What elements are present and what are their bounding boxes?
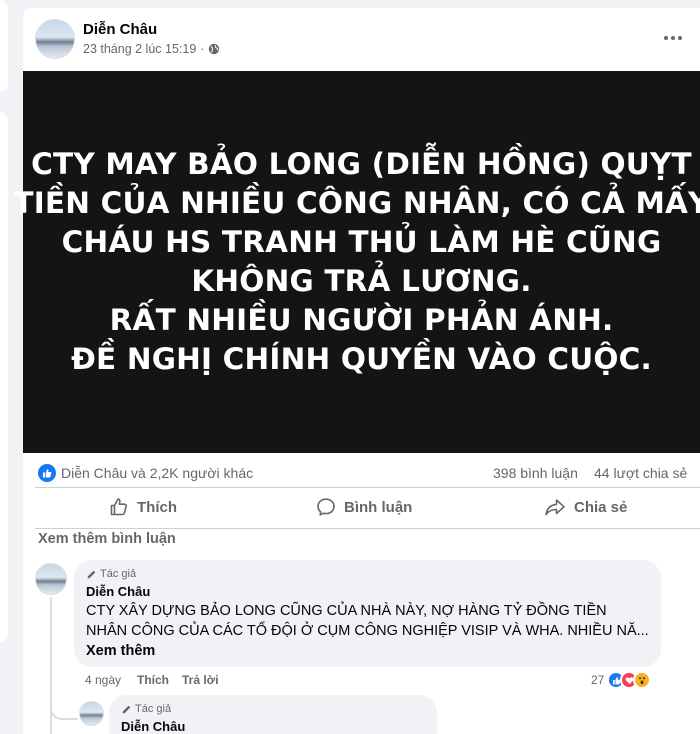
image-text-line: TIỀN CỦA NHIỀU CÔNG NHÂN, CÓ CẢ MẤY <box>13 186 700 220</box>
thumbs-up-icon <box>110 498 127 516</box>
comment-button[interactable]: Bình luận <box>316 490 412 524</box>
like-button[interactable]: Thích <box>109 490 177 524</box>
pencil-icon <box>87 570 96 578</box>
author-avatar[interactable] <box>35 19 75 59</box>
comment-reaction-count[interactable]: 27 <box>591 673 604 687</box>
comment-bubble-icon <box>317 498 335 516</box>
comments-count[interactable]: 398 bình luận <box>493 465 578 481</box>
post-image[interactable]: CTY MAY BẢO LONG (DIỄN HỒNG) QUỴT TIỀN C… <box>13 71 700 453</box>
comment-footer: 4 ngày Thích Trả lời 27 <box>23 671 700 691</box>
image-text-line: CHÁU HS TRANH THỦ LÀM HÈ CŨNG <box>61 225 662 259</box>
image-text-line: CTY MAY BẢO LONG (DIỄN HỒNG) QUỴT <box>31 147 692 181</box>
share-button-label: Chia sẻ <box>574 498 628 516</box>
comment-text: CTY XÂY DỰNG BẢO LONG CŨNG CỦA NHÀ NÀY, … <box>86 601 651 661</box>
comment-reply-link[interactable]: Trả lời <box>182 673 219 687</box>
post-image-text: CTY MAY BẢO LONG (DIỄN HỒNG) QUỴT TIỀN C… <box>13 145 700 379</box>
share-arrow-icon <box>545 499 565 516</box>
comment-like-link[interactable]: Thích <box>137 673 169 687</box>
more-dot-icon <box>671 36 675 40</box>
post-author-name[interactable]: Diễn Châu <box>83 21 157 38</box>
reply-bubble: Tác giả Diễn Châu <box>109 695 437 734</box>
post-card: Diễn Châu 23 tháng 2 lúc 15:19 · CTY MAY… <box>13 8 700 734</box>
commenter-avatar[interactable] <box>35 563 67 595</box>
post-header: Diễn Châu 23 tháng 2 lúc 15:19 · <box>23 8 700 70</box>
more-dot-icon <box>678 36 682 40</box>
left-panel-card <box>0 0 8 92</box>
author-badge: Tác giả <box>86 568 136 580</box>
more-options-button[interactable] <box>655 24 691 52</box>
wow-reaction-icon <box>633 671 651 689</box>
globe-icon <box>209 43 220 55</box>
author-badge-label: Tác giả <box>100 568 137 580</box>
author-badge: Tác giả <box>121 703 171 715</box>
divider <box>35 528 700 529</box>
left-panel-card <box>0 112 8 642</box>
reply-author-name[interactable]: Diễn Châu <box>121 719 185 734</box>
post-meta: 23 tháng 2 lúc 15:19 · <box>83 42 220 56</box>
comment-author-name[interactable]: Diễn Châu <box>86 584 150 599</box>
see-more-comments-link[interactable]: Xem thêm bình luận <box>38 531 176 547</box>
more-dot-icon <box>664 36 668 40</box>
like-reaction-icon[interactable] <box>38 464 56 482</box>
reactors-text[interactable]: Diễn Châu và 2,2K người khác <box>61 465 253 481</box>
like-button-label: Thích <box>137 498 177 516</box>
reply-author-avatar[interactable] <box>79 701 104 726</box>
reactions-summary: Diễn Châu và 2,2K người khác 398 bình lu… <box>23 460 700 488</box>
image-text-line: KHÔNG TRẢ LƯƠNG. <box>191 264 532 298</box>
pencil-icon <box>122 705 131 713</box>
image-text-line: RẤT NHIỀU NGƯỜI PHẢN ÁNH. <box>109 303 614 337</box>
thread-connector <box>50 698 78 720</box>
share-button[interactable]: Chia sẻ <box>544 490 627 524</box>
author-badge-label: Tác giả <box>135 703 172 715</box>
post-timestamp[interactable]: 23 tháng 2 lúc 15:19 <box>83 42 196 56</box>
divider <box>35 487 700 488</box>
shares-count[interactable]: 44 lượt chia sẻ <box>594 465 687 481</box>
comment-time[interactable]: 4 ngày <box>85 673 121 687</box>
image-text-line: ĐỀ NGHỊ CHÍNH QUYỀN VÀO CUỘC. <box>71 342 652 376</box>
comment-body: CTY XÂY DỰNG BẢO LONG CŨNG CỦA NHÀ NÀY, … <box>86 603 649 639</box>
post-actions: Thích Bình luận Chia sẻ <box>23 490 700 524</box>
comment-bubble: Tác giả Diễn Châu CTY XÂY DỰNG BẢO LONG … <box>74 560 661 667</box>
comment-button-label: Bình luận <box>344 498 413 516</box>
see-more-link[interactable]: Xem thêm <box>86 643 155 659</box>
